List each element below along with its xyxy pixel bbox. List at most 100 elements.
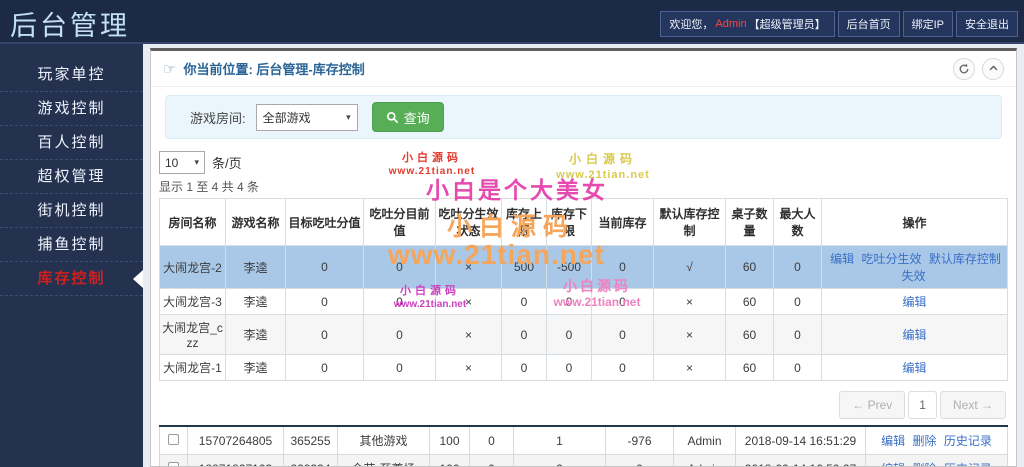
cell-game: 李逵 [225,288,286,315]
edit-link[interactable]: 编辑 [881,434,905,448]
cell-actions: 编辑 删除 历史记录 [865,454,1008,466]
cell-target: 0 [285,314,364,355]
welcome-box: 欢迎您， Admin 【超级管理员】 [660,11,835,37]
welcome-text: 欢迎您， [669,19,714,31]
filter-section: 游戏房间: 全部游戏 ▾ 查询 [151,87,1016,141]
cell-actions: 编辑 吃吐分生效 默认库存控制失效 [821,245,1008,289]
username: Admin [715,18,747,30]
cell-default-control: √ [653,245,726,289]
header-link-bind-ip[interactable]: 绑定IP [902,11,953,37]
sidebar-item-hundred-control[interactable]: 百人控制 [0,126,143,160]
search-icon [386,111,398,123]
cell-effective: × [435,354,502,381]
cell-stock-upper: 0 [501,314,547,355]
panel-tools [953,57,1004,80]
user-role: 【超级管理员】 [748,19,826,31]
cell-checkbox [159,425,188,455]
delete-link[interactable]: 删除 [912,462,936,466]
pointing-hand-icon: ☞ [163,60,177,78]
breadcrumb: 你当前位置: 后台管理-库存控制 [183,62,365,77]
edit-link[interactable]: 编辑 [902,295,926,309]
table-row[interactable]: 大闹龙宫-1 李逵 0 0 × 0 0 0 × 60 0 编辑 [159,354,1008,381]
sidebar-item-player-control[interactable]: 玩家单控 [0,58,143,92]
page: 后台管理 欢迎您， Admin 【超级管理员】 后台首页 绑定IP 安全退出 玩… [0,0,1024,467]
history-table: 15707264805 365255 其他游戏 100 0 1 -976 Adm… [159,425,1008,466]
sidebar-item-stock-control[interactable]: 库存控制 [0,262,143,296]
delete-link[interactable]: 删除 [912,434,936,448]
search-button[interactable]: 查询 [371,102,444,132]
edit-link[interactable]: 编辑 [902,361,926,375]
table-row[interactable]: 18871827103 229334 金花-至尊场 100 0 2 0 Admi… [159,454,1008,466]
cell-max-players: 0 [773,245,822,289]
pagination: ← Prev 1 Next → [161,391,1006,419]
sidebar-item-game-control[interactable]: 游戏控制 [0,92,143,126]
edit-link[interactable]: 编辑 [830,252,854,266]
collapse-button[interactable] [982,57,1004,80]
cell-current-score: 0 [363,288,436,315]
cell-time: 2018-09-14 16:50:27 [735,454,866,466]
cell-operator: Admin [673,454,736,466]
cell-stock-lower: -500 [546,245,592,289]
page-size-select[interactable]: 10 ▾ [159,151,205,174]
stock-control-table: 房间名称 游戏名称 目标吃吐分值 吃吐分目前值 吃吐分生效状态 库存上限 库存下… [159,198,1008,381]
cell-current-score: 0 [363,314,436,355]
col-header-stock-upper: 库存上限 [501,198,547,246]
next-page-button[interactable]: Next → [939,391,1006,419]
cell-effective: × [435,245,502,289]
table-row[interactable]: 大闹龙宫-3 李逵 0 0 × 0 0 0 × 60 0 编辑 [159,288,1008,315]
sidebar-item-fishing-control[interactable]: 捕鱼控制 [0,228,143,262]
sidebar-item-label: 库存控制 [37,270,106,287]
sidebar-item-super-admin[interactable]: 超权管理 [0,160,143,194]
cell-actions: 编辑 [821,314,1008,355]
cell-effective: × [435,314,502,355]
refresh-button[interactable] [953,57,975,80]
game-room-select[interactable]: 全部游戏 ▾ [255,103,358,131]
header-link-home[interactable]: 后台首页 [837,11,900,37]
history-link[interactable]: 历史记录 [944,462,992,466]
cell-value3: 1 [513,425,606,455]
current-page-button[interactable]: 1 [908,391,937,419]
table-row[interactable]: 15707264805 365255 其他游戏 100 0 1 -976 Adm… [159,425,1008,455]
col-header-stock-lower: 库存下限 [546,198,592,246]
history-link[interactable]: 历史记录 [944,434,992,448]
cell-room: 大闹龙宫-3 [159,288,226,315]
records-summary: 显示 1 至 4 共 4 条 [159,180,260,194]
cell-value1: 100 [429,425,470,455]
sidebar-item-arcade-control[interactable]: 街机控制 [0,194,143,228]
enable-score-link[interactable]: 吃吐分生效 [861,252,921,266]
cell-effective: × [435,288,502,315]
cell-account: 18871827103 [187,454,284,466]
cell-stock-upper: 0 [501,288,547,315]
table-area: 10 ▾ 条/页 显示 1 至 4 共 4 条 房间名称 游戏名称 目标吃吐分值… [151,141,1016,466]
cell-current-score: 0 [363,354,436,381]
cell-checkbox [159,454,188,466]
cell-game: 李逵 [225,314,286,355]
edit-link[interactable]: 编辑 [902,328,926,342]
page-size-row: 10 ▾ 条/页 [159,151,1008,174]
cell-value1: 100 [429,454,470,466]
cell-stock-upper: 500 [501,245,547,289]
table-row[interactable]: 大闹龙宫-2 李逵 0 0 × 500 -500 0 √ 60 0 编辑 吃吐分… [159,245,1008,289]
col-header-actions: 操作 [821,198,1008,246]
cell-stock-lower: 0 [546,288,592,315]
cell-default-control: × [653,314,726,355]
cell-id: 229334 [283,454,338,466]
cell-value4: 0 [605,454,674,466]
col-header-current-stock: 当前库存 [591,198,654,246]
search-button-label: 查询 [403,110,430,126]
header-link-logout[interactable]: 安全退出 [956,11,1018,37]
table-row[interactable]: 大闹龙宫_czz 李逵 0 0 × 0 0 0 × 60 0 编辑 [159,314,1008,355]
col-header-effective: 吃吐分生效状态 [435,198,502,246]
cell-game: 金花-至尊场 [337,454,430,466]
sidebar: 玩家单控 游戏控制 百人控制 超权管理 街机控制 捕鱼控制 库存控制 [0,44,143,467]
content-panel: ☞ 你当前位置: 后台管理-库存控制 游戏房间: 全部游戏 ▾ 查询 10 ▾ … [150,48,1017,467]
row-checkbox[interactable] [168,433,179,445]
row-checkbox[interactable] [168,461,179,466]
cell-target: 0 [285,288,364,315]
chevron-up-icon [989,65,997,71]
cell-target: 0 [285,245,364,289]
prev-page-button[interactable]: ← Prev [839,391,906,419]
cell-game: 其他游戏 [337,425,430,455]
cell-stock-upper: 0 [501,354,547,381]
edit-link[interactable]: 编辑 [881,462,905,466]
